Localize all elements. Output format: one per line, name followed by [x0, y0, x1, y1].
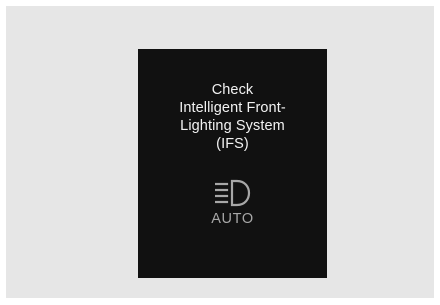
warning-message-line-3: Lighting System — [180, 118, 285, 134]
warning-message-line-1: Check — [211, 82, 254, 98]
background-panel: Check Intelligent Front- Lighting System… — [6, 6, 434, 298]
warning-message-line-2: Intelligent Front- — [179, 100, 286, 116]
ifs-indicator: AUTO — [138, 179, 327, 227]
cluster-display: Check Intelligent Front- Lighting System… — [138, 49, 327, 278]
headlamp-icon — [214, 179, 250, 207]
auto-label: AUTO — [211, 211, 254, 227]
warning-message-line-4: (IFS) — [216, 136, 249, 152]
warning-message: Check Intelligent Front- Lighting System… — [138, 81, 327, 153]
